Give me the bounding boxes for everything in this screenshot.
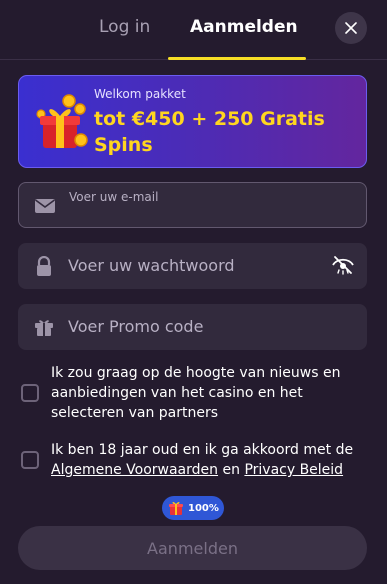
terms-link[interactable]: Algemene Voorwaarden [51,462,218,478]
register-modal: Log in Aanmelden Welkom pakket tot €450 … [0,0,387,584]
tab-register[interactable]: Aanmelden [190,16,298,38]
newsletter-consent-text: Ik zou graag op de hoogte van nieuws en … [51,365,341,421]
privacy-link[interactable]: Privacy Beleid [244,462,343,478]
eye-off-icon[interactable] [331,254,355,276]
gift-box-icon [35,320,53,336]
envelope-icon [35,199,55,213]
welcome-bonus-banner[interactable]: Welkom pakket tot €450 + 250 Gratis Spin… [18,75,367,168]
tab-login[interactable]: Log in [99,16,150,38]
register-submit-button[interactable]: Aanmelden [18,526,367,570]
active-tab-indicator [168,57,306,60]
terms-prefix: Ik ben 18 jaar oud en ik ga akkoord met … [51,442,354,458]
gift-icon [169,501,183,515]
password-placeholder: Voer uw wachtwoord [68,256,235,275]
terms-consent-text: Ik ben 18 jaar oud en ik ga akkoord met … [51,440,363,480]
progress-badge: 100% [162,496,224,520]
terms-checkbox[interactable] [21,451,39,469]
banner-title: tot €450 + 250 Gratis Spins [94,108,325,156]
newsletter-checkbox[interactable] [21,384,39,402]
gift-icon [36,94,88,148]
auth-tabs: Log in Aanmelden [0,0,387,60]
email-field[interactable]: Voer uw e-mail [18,182,367,228]
progress-value: 100% [188,502,219,514]
promo-placeholder: Voer Promo code [68,317,204,336]
terms-and: en [222,462,240,478]
banner-kicker: Welkom pakket [94,87,186,101]
password-field[interactable]: Voer uw wachtwoord [18,243,367,289]
close-button[interactable] [335,12,367,44]
email-label: Voer uw e-mail [69,190,159,204]
close-icon [345,22,357,34]
promo-code-field[interactable]: Voer Promo code [18,304,367,350]
lock-icon [37,256,51,276]
